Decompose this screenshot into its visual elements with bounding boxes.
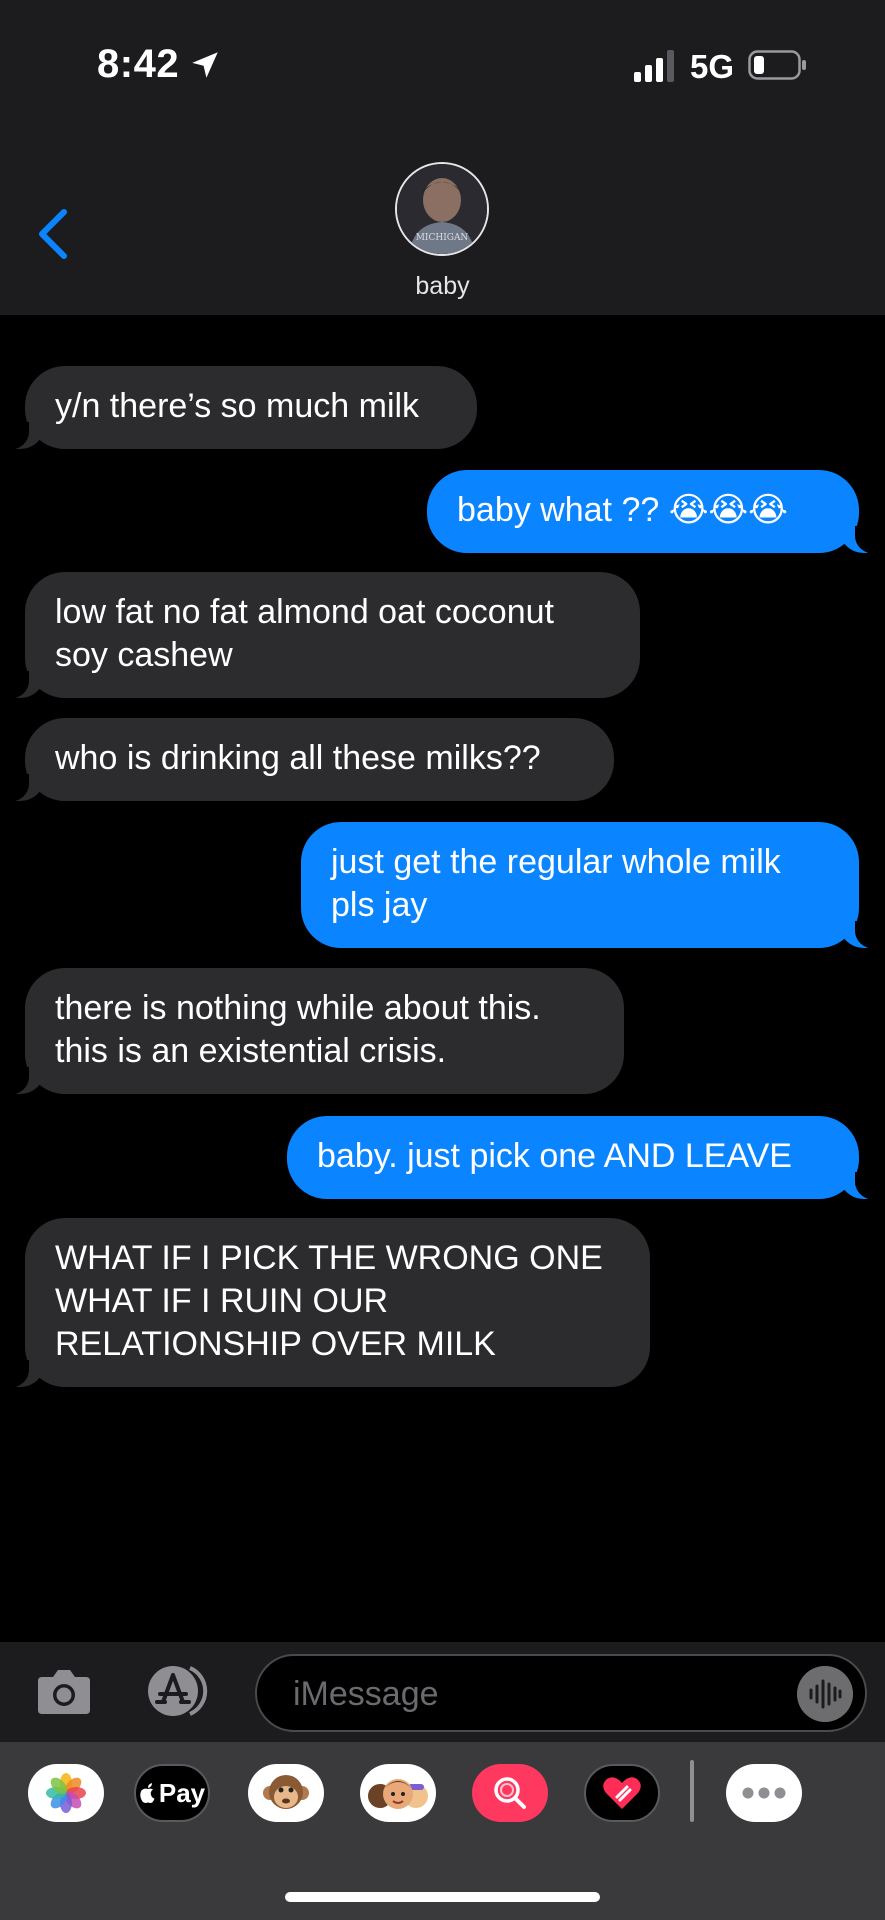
contact-avatar[interactable]: MICHIGAN [395,162,489,256]
audio-message-icon[interactable] [797,1666,853,1722]
avatar-photo: MICHIGAN [397,164,487,254]
animoji-app-button[interactable] [248,1764,324,1822]
photos-app-button[interactable] [28,1764,104,1822]
battery-icon [748,50,806,80]
image-search-icon [494,1777,526,1809]
animoji-monkey-icon [263,1775,309,1809]
photos-icon [46,1773,86,1813]
back-chevron-icon[interactable] [34,206,74,262]
apple-pay-label: Pay [158,1777,206,1808]
status-time: 8:42 [97,42,180,86]
message-input-field[interactable] [255,1654,867,1732]
message-bubble-incoming[interactable]: who is drinking all these milks?? [3,718,614,802]
more-apps-button[interactable] [726,1764,802,1822]
message-text: baby what ?? 😭😭😭 [457,491,788,529]
message-bubble-incoming[interactable]: low fat no fat almond oat coconut soy ca… [3,572,640,699]
message-text: low fat no fat almond oat coconut soy ca… [55,593,554,674]
message-text: baby. just pick one AND LEAVE [317,1137,792,1175]
message-text: just get the regular whole milk pls jay [331,843,781,924]
apple-pay-button[interactable]: Pay [134,1764,210,1822]
app-store-icon[interactable] [143,1664,217,1718]
message-bubble-incoming[interactable]: WHAT IF I PICK THE WRONG ONE WHAT IF I R… [3,1218,650,1388]
message-text: who is drinking all these milks?? [55,739,541,777]
digital-touch-icon [603,1777,641,1809]
drawer-divider [690,1760,694,1822]
signal-icon [634,50,674,82]
message-bubble-outgoing[interactable]: baby what ?? 😭😭😭 [427,470,881,554]
camera-icon[interactable] [36,1665,92,1717]
image-search-button[interactable] [472,1764,548,1822]
svg-text:MICHIGAN: MICHIGAN [416,233,469,243]
memoji-icon [368,1779,428,1809]
contact-name[interactable]: baby [0,272,885,301]
digital-touch-button[interactable] [584,1764,660,1822]
apple-logo-icon [140,1783,155,1803]
message-text: WHAT IF I PICK THE WRONG ONE WHAT IF I R… [55,1239,603,1363]
message-bubble-incoming[interactable]: y/n there’s so much milk [3,366,477,450]
home-indicator[interactable] [285,1892,600,1902]
memoji-app-button[interactable] [360,1764,436,1822]
message-bubble-incoming[interactable]: there is nothing while about this. this … [3,968,624,1095]
message-bubble-outgoing[interactable]: baby. just pick one AND LEAVE [287,1116,881,1200]
network-type: 5G [690,48,735,85]
message-text: y/n there’s so much milk [55,387,420,425]
location-arrow-icon [192,52,218,78]
message-bubble-outgoing[interactable]: just get the regular whole milk pls jay [301,822,881,949]
more-icon [742,1787,786,1799]
message-text: there is nothing while about this. this … [55,989,541,1070]
message-input[interactable] [291,1668,755,1720]
